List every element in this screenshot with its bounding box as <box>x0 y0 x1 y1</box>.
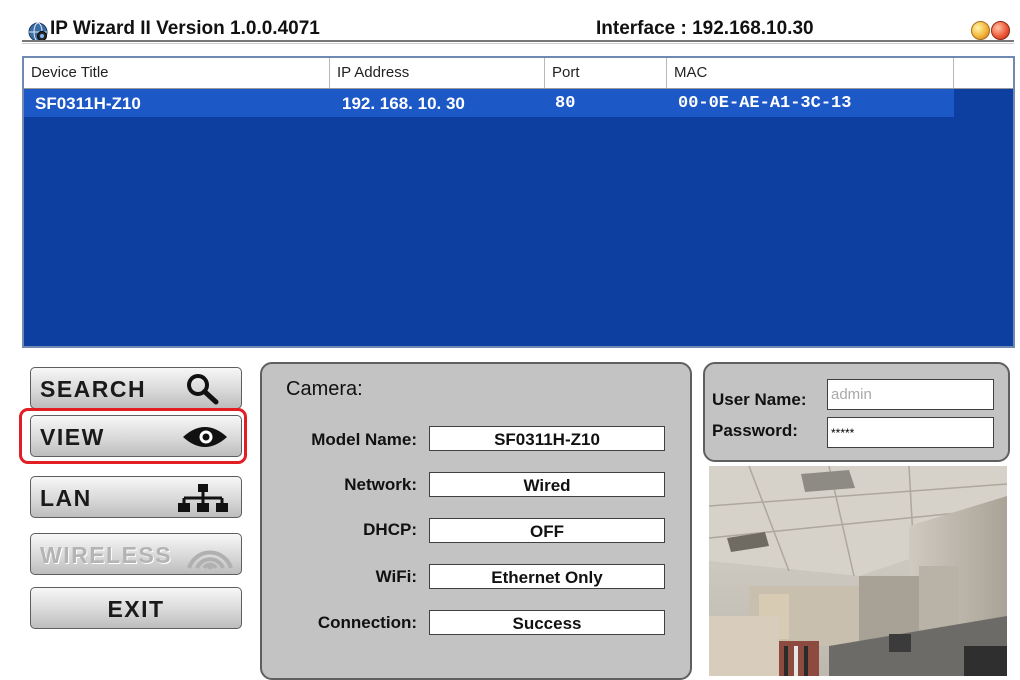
login-panel: User Name: Password: <box>703 362 1010 462</box>
network-label: Network: <box>344 475 417 494</box>
model-name-value: SF0311H-Z10 <box>429 426 665 451</box>
search-button-label: SEARCH <box>40 376 147 402</box>
dhcp-label: DHCP: <box>363 520 417 539</box>
wireless-button-label: WIRELESS <box>40 542 173 568</box>
connection-value: Success <box>429 610 665 635</box>
view-button[interactable]: VIEW <box>30 415 242 457</box>
exit-button[interactable]: EXIT <box>30 587 242 629</box>
wireless-button[interactable]: WIRELESS <box>30 533 242 575</box>
close-orb-icon[interactable] <box>991 21 1010 40</box>
camera-info-panel: Camera: Model Name: SF0311H-Z10 Network:… <box>260 362 692 680</box>
view-button-label: VIEW <box>40 424 105 450</box>
column-header-device-title[interactable]: Device Title <box>24 58 330 88</box>
camera-heading: Camera: <box>286 378 363 400</box>
dhcp-value: OFF <box>429 518 665 543</box>
password-label: Password: <box>712 421 798 440</box>
wifi-value: Ethernet Only <box>429 564 665 589</box>
camera-preview-image <box>709 466 1007 676</box>
username-input[interactable] <box>827 379 994 410</box>
column-header-spacer <box>954 58 1013 88</box>
column-header-mac[interactable]: MAC <box>667 58 954 88</box>
title-divider-light <box>22 43 1014 44</box>
lan-button-label: LAN <box>40 485 92 511</box>
magnifier-icon <box>185 373 221 410</box>
network-value: Wired <box>429 472 665 497</box>
wifi-label: WiFi: <box>375 567 417 586</box>
interface-address: Interface : 192.168.10.30 <box>596 18 814 39</box>
username-label: User Name: <box>712 390 807 409</box>
password-input[interactable] <box>827 417 994 448</box>
device-row-selected[interactable]: SF0311H-Z10 192. 168. 10. 30 80 00-0E-AE… <box>24 89 954 117</box>
model-name-label: Model Name: <box>311 430 417 449</box>
column-header-ip-address[interactable]: IP Address <box>330 58 545 88</box>
device-list[interactable]: Device Title IP Address Port MAC SF0311H… <box>22 56 1015 348</box>
network-icon <box>177 483 229 518</box>
connection-label: Connection: <box>317 613 417 632</box>
exit-button-label: EXIT <box>107 596 165 622</box>
app-title: IP Wizard II Version 1.0.0.4071 <box>50 18 320 39</box>
device-port-cell: 80 <box>555 94 576 113</box>
device-ip-cell: 192. 168. 10. 30 <box>342 94 465 113</box>
globe-camera-icon <box>28 22 48 42</box>
minimize-orb-icon[interactable] <box>971 21 990 40</box>
eye-icon <box>181 423 229 456</box>
ip-wizard-window: IP Wizard II Version 1.0.0.4071 Interfac… <box>8 4 1018 680</box>
device-mac-cell: 00-0E-AE-A1-3C-13 <box>678 94 852 113</box>
device-title-cell: SF0311H-Z10 <box>35 94 141 113</box>
device-list-header: Device Title IP Address Port MAC <box>24 58 1013 89</box>
title-divider <box>22 40 1014 42</box>
search-button[interactable]: SEARCH <box>30 367 242 409</box>
wifi-icon <box>185 538 235 575</box>
column-header-port[interactable]: Port <box>545 58 667 88</box>
lan-button[interactable]: LAN <box>30 476 242 518</box>
